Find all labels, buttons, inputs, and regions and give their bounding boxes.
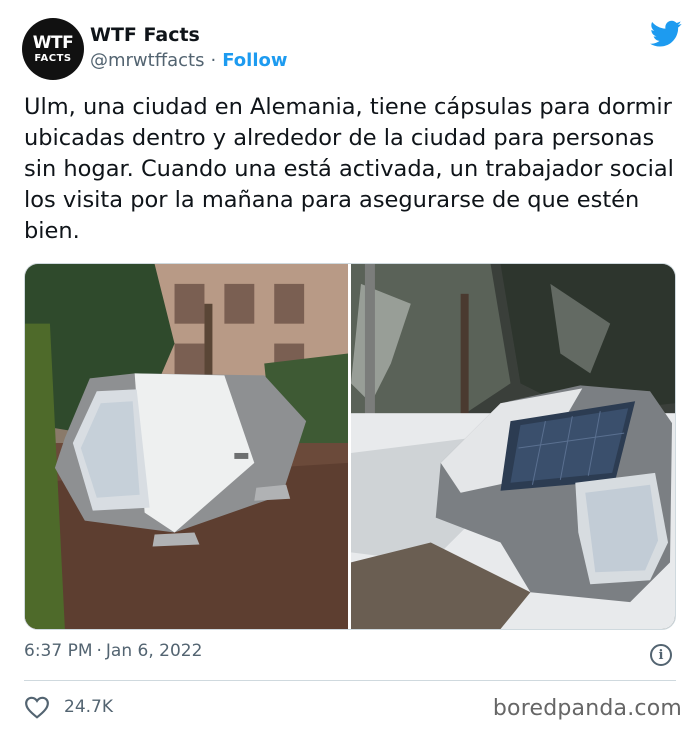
tweet-header: WTF FACTS WTF Facts @mrwtffacts · Follow	[22, 18, 682, 88]
avatar-text-top: WTF	[32, 32, 74, 53]
divider	[24, 680, 676, 681]
tweet-time: 6:37 PM	[24, 641, 93, 661]
tweet-actions: 24.7K	[24, 692, 113, 722]
heart-icon[interactable]	[24, 695, 50, 719]
sleeping-pod-snow-image	[351, 264, 675, 629]
photo-sleeping-pod-snow[interactable]	[351, 264, 675, 629]
tweet-text: Ulm, una ciudad en Alemania, tiene cápsu…	[24, 94, 674, 244]
follow-button[interactable]: Follow	[222, 50, 287, 71]
photo-sleeping-pod-autumn[interactable]	[25, 264, 348, 629]
author-handle[interactable]: @mrwtffacts	[90, 50, 204, 71]
timestamp-separator: ·	[96, 641, 102, 661]
like-count: 24.7K	[64, 697, 113, 717]
author-name[interactable]: WTF Facts	[90, 24, 200, 46]
twitter-bird-icon[interactable]	[650, 20, 682, 48]
watermark: boredpanda.com	[492, 696, 682, 721]
sleeping-pod-autumn-image	[25, 264, 348, 629]
avatar[interactable]: WTF FACTS	[22, 18, 84, 80]
info-icon[interactable]: i	[650, 644, 672, 666]
author-handle-line: @mrwtffacts · Follow	[90, 50, 288, 71]
tweet-card: WTF FACTS WTF Facts @mrwtffacts · Follow U…	[0, 0, 700, 734]
tweet-media[interactable]	[24, 263, 676, 630]
tweet-timestamp[interactable]: 6:37 PM · Jan 6, 2022	[24, 641, 202, 661]
handle-separator: ·	[210, 50, 217, 71]
avatar-text-bottom: FACTS	[34, 52, 72, 64]
tweet-date: Jan 6, 2022	[105, 641, 203, 661]
